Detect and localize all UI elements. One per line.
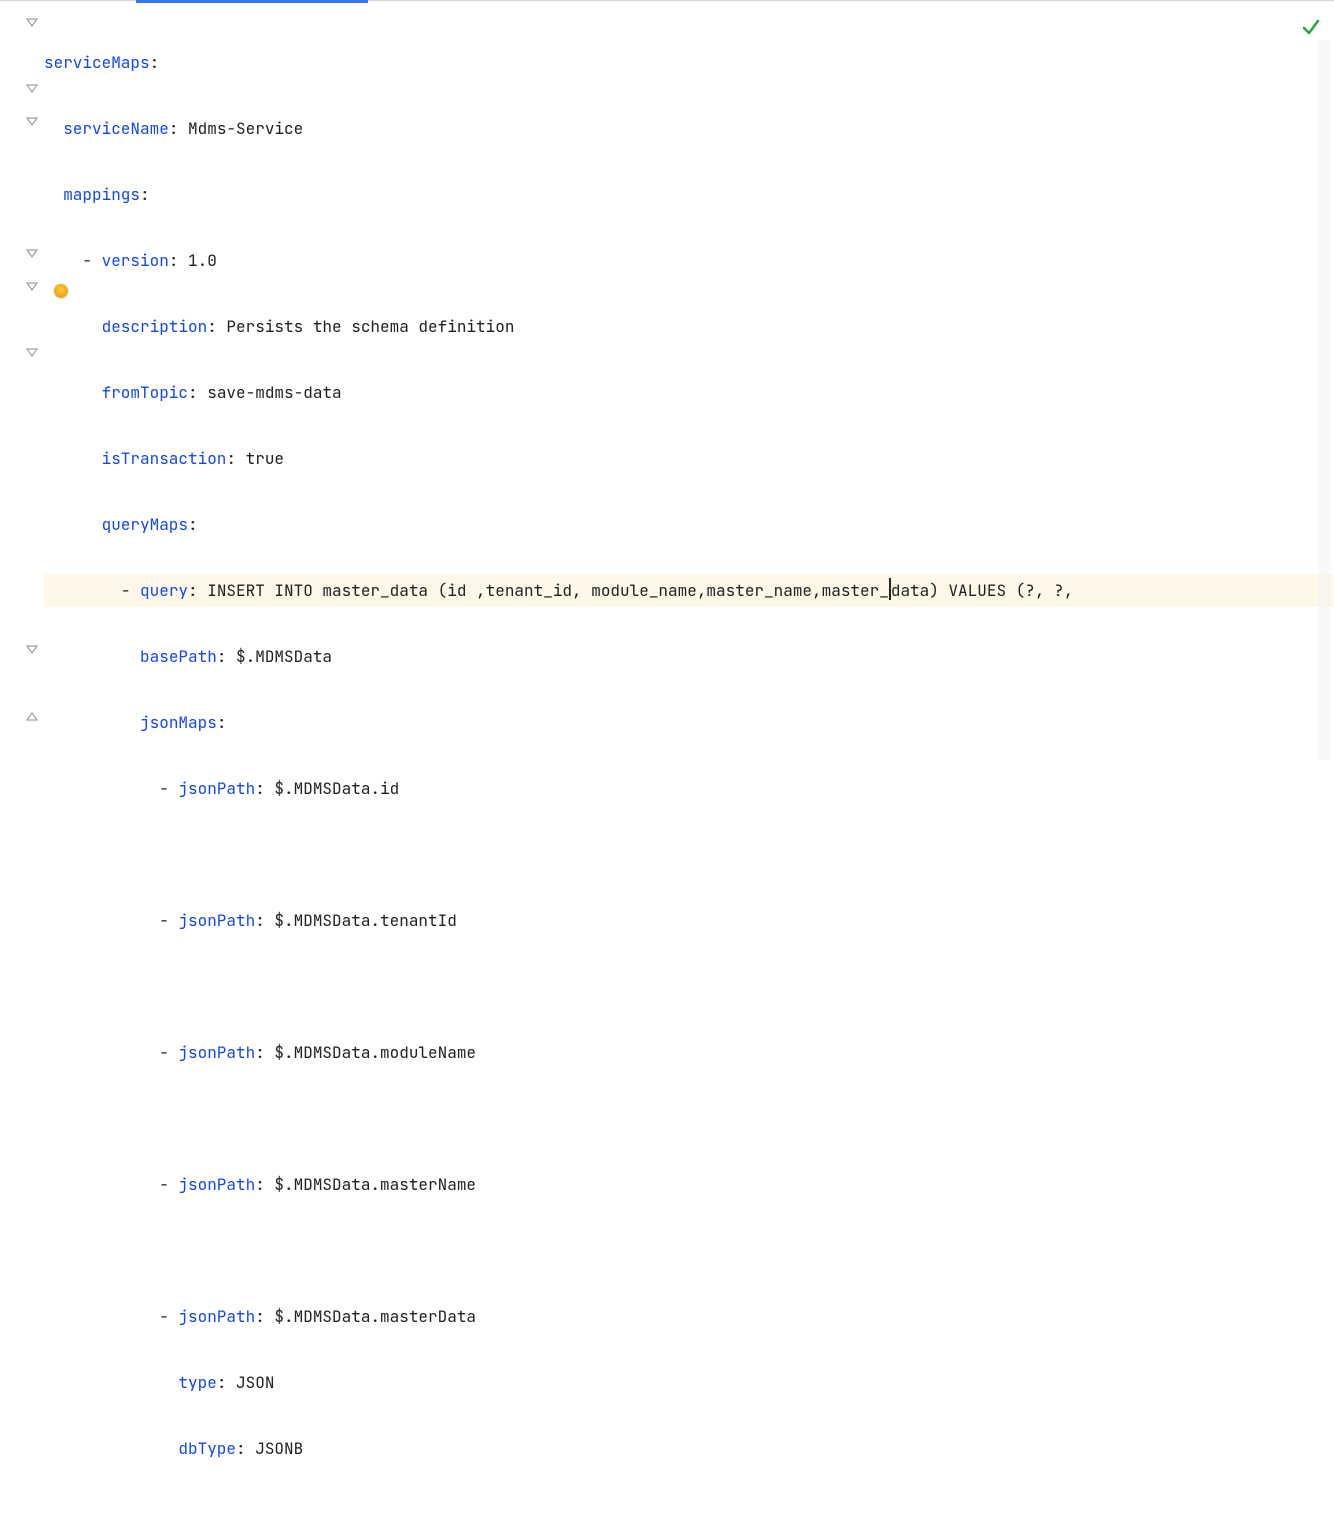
yaml-key: serviceName (63, 118, 169, 139)
fold-icon[interactable] (24, 643, 40, 659)
code-line[interactable]: fromTopic: save-mdms-data (44, 376, 1334, 409)
code-line[interactable]: serviceName: Mdms-Service (44, 112, 1334, 145)
fold-icon[interactable] (24, 247, 40, 263)
yaml-sep: : (255, 778, 274, 799)
yaml-sep: : (207, 316, 226, 337)
code-line[interactable]: description: Persists the schema definit… (44, 310, 1334, 343)
yaml-value: 1.0 (188, 250, 217, 271)
yaml-key: jsonPath (178, 1306, 255, 1327)
yaml-sep: : (169, 118, 188, 139)
yaml-key: version (102, 250, 169, 271)
yaml-colon: : (188, 514, 198, 535)
code-line[interactable]: mappings: (44, 178, 1334, 211)
yaml-value: INSERT INTO master_data (id ,tenant_id, … (207, 580, 889, 601)
yaml-sep: : (226, 448, 245, 469)
yaml-sep: : (217, 646, 236, 667)
yaml-value: true (246, 448, 284, 469)
code-line[interactable]: - jsonPath: $.MDMSData.masterData (44, 1300, 1334, 1333)
yaml-value: $.MDMSData.tenantId (274, 910, 456, 931)
check-icon[interactable] (1302, 18, 1320, 36)
yaml-value: $.MDMSData.masterName (274, 1174, 476, 1195)
yaml-value: $.MDMSData (236, 646, 332, 667)
yaml-key: queryMaps (102, 514, 188, 535)
fold-icon[interactable] (24, 82, 40, 98)
code-line[interactable]: dbType: JSONB (44, 1432, 1334, 1465)
yaml-value: $.MDMSData.masterData (274, 1306, 476, 1327)
code-line[interactable]: - version: 1.0 (44, 244, 1334, 277)
code-line[interactable]: queryMaps: (44, 508, 1334, 541)
yaml-dash: - (159, 1174, 178, 1195)
yaml-colon: : (217, 712, 227, 733)
yaml-key: serviceMaps (44, 52, 150, 73)
yaml-dash: - (159, 1306, 178, 1327)
yaml-sep: : (255, 1174, 274, 1195)
fold-icon[interactable] (24, 16, 40, 32)
yaml-sep: : (255, 1042, 274, 1063)
code-line[interactable]: - jsonPath: $.MDMSData.moduleName (44, 1036, 1334, 1069)
code-line[interactable]: - jsonPath: $.MDMSData.tenantId (44, 904, 1334, 937)
yaml-key: query (140, 580, 188, 601)
yaml-value: Persists the schema definition (226, 316, 514, 337)
code-line[interactable]: basePath: $.MDMSData (44, 640, 1334, 673)
yaml-sep: : (188, 382, 207, 403)
yaml-key: fromTopic (102, 382, 188, 403)
yaml-colon: : (150, 52, 160, 73)
yaml-sep: : (236, 1438, 255, 1459)
code-line[interactable]: serviceMaps: (44, 46, 1334, 79)
yaml-dash: - (121, 580, 140, 601)
code-line[interactable]: type: JSON (44, 1366, 1334, 1399)
code-line[interactable]: - jsonPath: $.MDMSData.id (44, 772, 1334, 805)
yaml-key: mappings (63, 184, 140, 205)
fold-icon[interactable] (24, 280, 40, 296)
code-line[interactable]: isTransaction: true (44, 442, 1334, 475)
yaml-key: isTransaction (102, 448, 227, 469)
code-line[interactable] (44, 1102, 1334, 1135)
code-line[interactable] (44, 838, 1334, 871)
yaml-key: basePath (140, 646, 217, 667)
yaml-sep: : (217, 1372, 236, 1393)
yaml-key: jsonPath (178, 778, 255, 799)
yaml-sep: : (255, 910, 274, 931)
fold-icon[interactable] (24, 346, 40, 362)
yaml-value: save-mdms-data (207, 382, 341, 403)
yaml-sep: : (255, 1306, 274, 1327)
yaml-dash: - (159, 910, 178, 931)
yaml-colon: : (140, 184, 150, 205)
yaml-value: $.MDMSData.moduleName (274, 1042, 476, 1063)
yaml-key: jsonPath (178, 1174, 255, 1195)
code-line[interactable] (44, 1234, 1334, 1267)
yaml-value: JSON (236, 1372, 274, 1393)
code-line[interactable] (44, 970, 1334, 1003)
yaml-key: jsonPath (178, 910, 255, 931)
yaml-key: jsonPath (178, 1042, 255, 1063)
yaml-value: JSONB (255, 1438, 303, 1459)
yaml-value: Mdms-Service (188, 118, 303, 139)
yaml-key: description (102, 316, 208, 337)
yaml-value: data) VALUES (?, ?, (891, 580, 1073, 601)
yaml-sep: : (169, 250, 188, 271)
scrollbar-track[interactable] (1318, 40, 1330, 760)
code-content[interactable]: serviceMaps: serviceName: Mdms-Service m… (44, 3, 1334, 783)
code-line[interactable]: - jsonPath: $.MDMSData.masterName (44, 1168, 1334, 1201)
code-line-active[interactable]: - query: INSERT INTO master_data (id ,te… (44, 574, 1334, 607)
yaml-key: type (178, 1372, 216, 1393)
yaml-key: jsonMaps (140, 712, 217, 733)
code-line[interactable]: jsonMaps: (44, 706, 1334, 739)
yaml-dash: - (159, 1042, 178, 1063)
fold-icon[interactable] (24, 115, 40, 131)
fold-close-icon[interactable] (24, 710, 40, 726)
yaml-value: $.MDMSData.id (274, 778, 399, 799)
gutter[interactable] (0, 3, 44, 783)
yaml-dash: - (159, 778, 178, 799)
yaml-dash: - (82, 250, 101, 271)
yaml-sep: : (188, 580, 207, 601)
yaml-key: dbType (178, 1438, 236, 1459)
code-editor[interactable]: serviceMaps: serviceName: Mdms-Service m… (0, 3, 1334, 783)
